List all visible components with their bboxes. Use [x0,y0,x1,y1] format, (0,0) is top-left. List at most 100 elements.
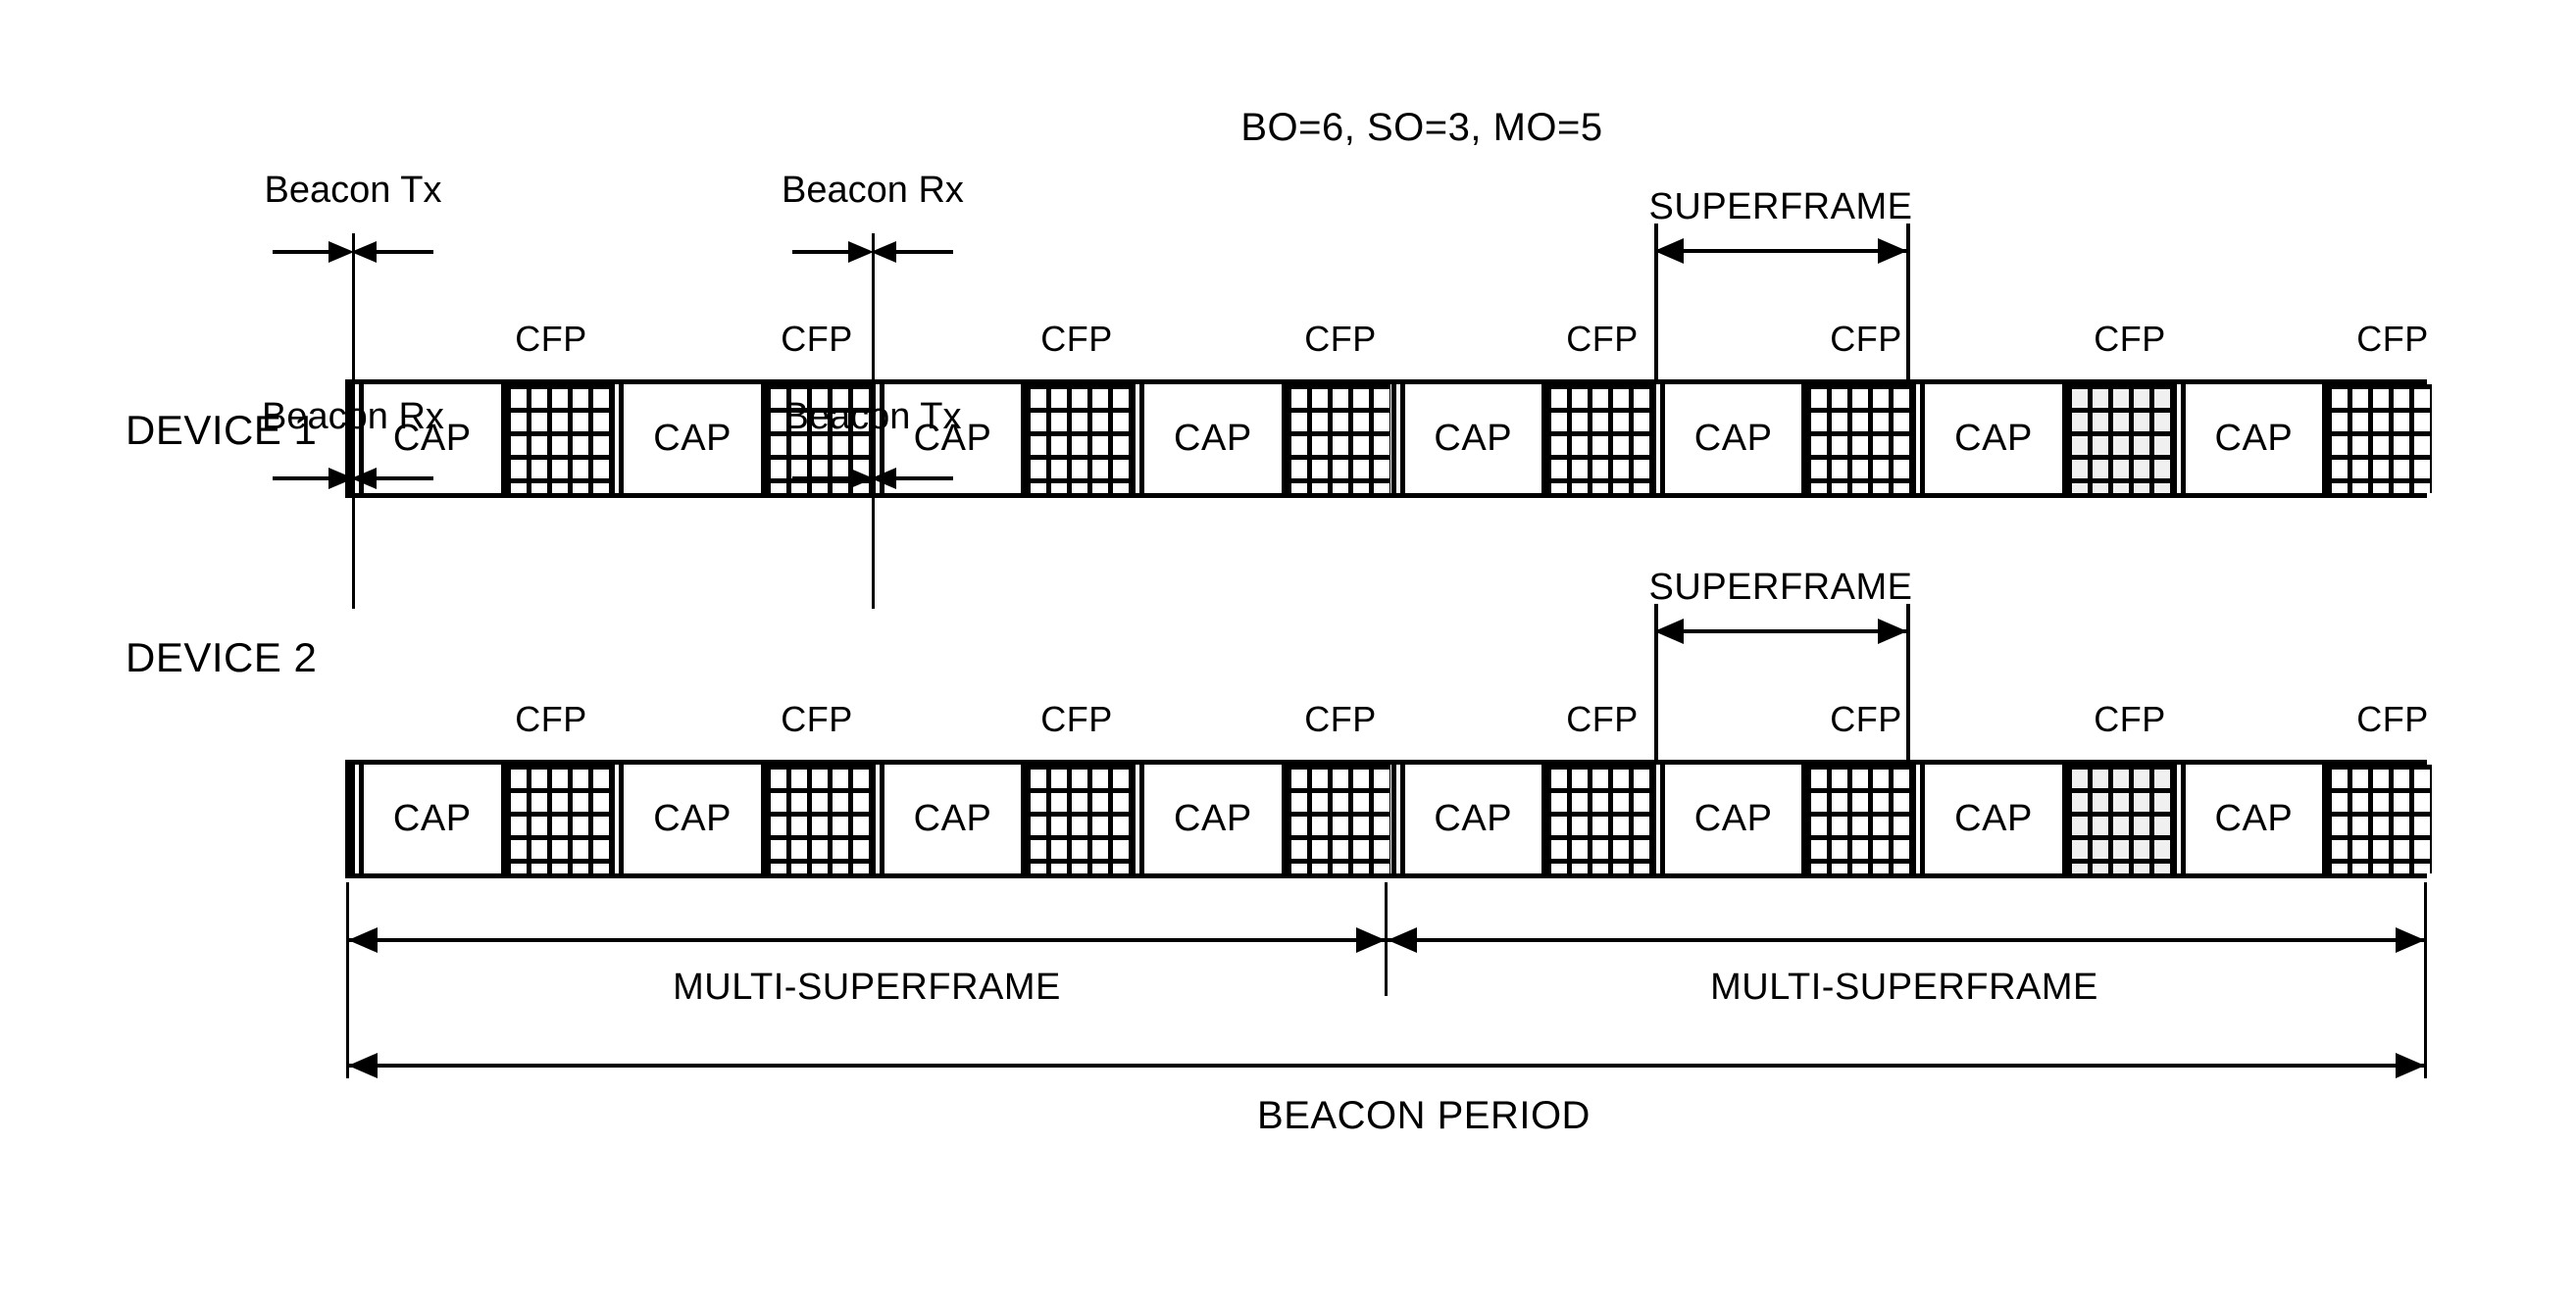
superframe-bracket-label-2: SUPERFRAME [1648,567,1913,608]
cfp-caption-1-5: CFP [1566,319,1639,359]
beacon-slot-1-8 [2171,384,2186,493]
cap-block-2-8: CAP [2185,765,2323,873]
multi-superframe-arrowhead-left-2 [1388,927,1417,953]
cfp-block-1-6 [1801,384,1912,493]
cap-label-2-4: CAP [1174,798,1252,839]
cap-block-2-4: CAP [1144,765,1282,873]
cap-label-1-6: CAP [1693,418,1773,459]
cap-label-2-2: CAP [653,798,732,839]
cap-block-2-5: CAP [1404,765,1541,873]
cfp-block-1-3 [1021,384,1132,493]
beacon-slot-2-8 [2171,765,2186,873]
beacon-period-label: BEACON PERIOD [1257,1094,1591,1137]
beacon-callout-rule-left-2-2 [792,476,851,480]
cfp-caption-2-2: CFP [781,699,853,739]
beacon-slot-2-2 [610,765,625,873]
cfp-caption-1-2: CFP [781,319,853,359]
beacon-callout-arrowhead-left-1-1 [351,241,377,263]
beacon-slot-2-4 [1131,765,1145,873]
device-timeline-1: CAP CAP CAP CAP CAP CAP CAP CAP [345,379,2432,498]
multi-superframe-arrowhead-right-1 [1356,927,1386,953]
cap-label-1-5: CAP [1434,418,1513,459]
multi-superframe-arrowhead-right-2 [2396,927,2425,953]
cfp-caption-1-4: CFP [1304,319,1377,359]
superframe-bracket-label-1: SUPERFRAME [1648,186,1913,227]
beacon-callout-rule-left-1-1 [273,250,331,254]
beacon-callout-arrowhead-left-2-1 [351,468,377,489]
beacon-callout-arrowhead-left-1-2 [871,241,896,263]
beacon-slot-2-1 [350,765,364,873]
beacon-period-arrowhead-right [2396,1053,2425,1078]
diagram-canvas: BO=6, SO=3, MO=5 DEVICE 1 Beacon Tx Beac… [0,0,2576,1294]
cap-block-1-5: CAP [1404,384,1541,493]
cap-block-1-6: CAP [1664,384,1802,493]
superframe-bracket-rule-2 [1654,629,1907,633]
beacon-slot-2-6 [1650,765,1665,873]
multi-superframe-rule-1 [348,938,1386,942]
beacon-callout-rule-left-2-1 [273,476,331,480]
beacon-slot-1-4 [1131,384,1145,493]
beacon-slot-1-5 [1390,384,1405,493]
cfp-block-2-8 [2322,765,2432,873]
cfp-block-1-1 [500,384,611,493]
cfp-caption-2-8: CFP [2356,699,2429,739]
cap-label-2-5: CAP [1434,798,1513,839]
beacon-callout-label-1-2: Beacon Rx [782,170,964,211]
beacon-slot-1-6 [1650,384,1665,493]
beacon-slot-2-7 [1911,765,1926,873]
device-row-label-2: DEVICE 2 [126,634,318,680]
cfp-caption-2-4: CFP [1304,699,1377,739]
superframe-bracket-arrowhead-right-1 [1878,238,1907,264]
cap-block-2-3: CAP [884,765,1022,873]
beacon-slot-1-2 [610,384,625,493]
superframe-bracket-arrowhead-left-2 [1654,619,1684,644]
cfp-block-2-5 [1541,765,1651,873]
cap-label-1-7: CAP [1954,418,2033,459]
cfp-block-1-7 [2061,384,2172,493]
cap-block-2-2: CAP [624,765,761,873]
cap-label-1-8: CAP [2214,418,2294,459]
cfp-caption-2-7: CFP [2094,699,2166,739]
beacon-callout-rule-left-1-2 [792,250,851,254]
multi-superframe-label-2: MULTI-SUPERFRAME [1710,967,2098,1008]
beacon-period-arrowhead-left [348,1053,378,1078]
cfp-block-1-5 [1541,384,1651,493]
cfp-caption-2-6: CFP [1830,699,1902,739]
beacon-slot-1-7 [1911,384,1926,493]
cfp-caption-2-3: CFP [1040,699,1113,739]
cfp-block-1-4 [1281,384,1391,493]
cfp-caption-1-3: CFP [1040,319,1113,359]
diagram-title: BO=6, SO=3, MO=5 [1240,106,1603,149]
beacon-callout-rule-right-2-2 [894,476,953,480]
cap-label-2-7: CAP [1954,798,2033,839]
cfp-caption-1-7: CFP [2094,319,2166,359]
cfp-block-2-2 [760,765,871,873]
cap-label-2-8: CAP [2214,798,2294,839]
device-timeline-2: CAP CAP CAP CAP CAP CAP CAP CAP [345,760,2432,878]
cap-block-2-7: CAP [1925,765,2062,873]
beacon-callout-label-2-2: Beacon Tx [783,396,962,437]
cfp-caption-1-1: CFP [515,319,587,359]
multi-superframe-arrowhead-left-1 [348,927,378,953]
cap-block-2-1: CAP [364,765,501,873]
multi-superframe-tick-end [2424,882,2427,1078]
beacon-callout-rule-right-2-1 [375,476,433,480]
multi-superframe-label-1: MULTI-SUPERFRAME [673,967,1061,1008]
cap-label-2-6: CAP [1693,798,1773,839]
cap-block-1-8: CAP [2185,384,2323,493]
cfp-block-2-1 [500,765,611,873]
cap-block-1-2: CAP [624,384,761,493]
cap-label-2-1: CAP [392,798,472,839]
beacon-slot-2-3 [870,765,884,873]
cfp-block-2-3 [1021,765,1132,873]
multi-superframe-tick-start [346,882,349,1078]
cfp-caption-2-5: CFP [1566,699,1639,739]
superframe-bracket-arrowhead-left-1 [1654,238,1684,264]
cfp-caption-2-1: CFP [515,699,587,739]
beacon-callout-arrowhead-left-2-2 [871,468,896,489]
superframe-bracket-rule-1 [1654,249,1907,253]
superframe-bracket-arrowhead-right-2 [1878,619,1907,644]
beacon-slot-2-5 [1390,765,1405,873]
cfp-block-1-8 [2322,384,2432,493]
beacon-period-rule [348,1064,2425,1068]
